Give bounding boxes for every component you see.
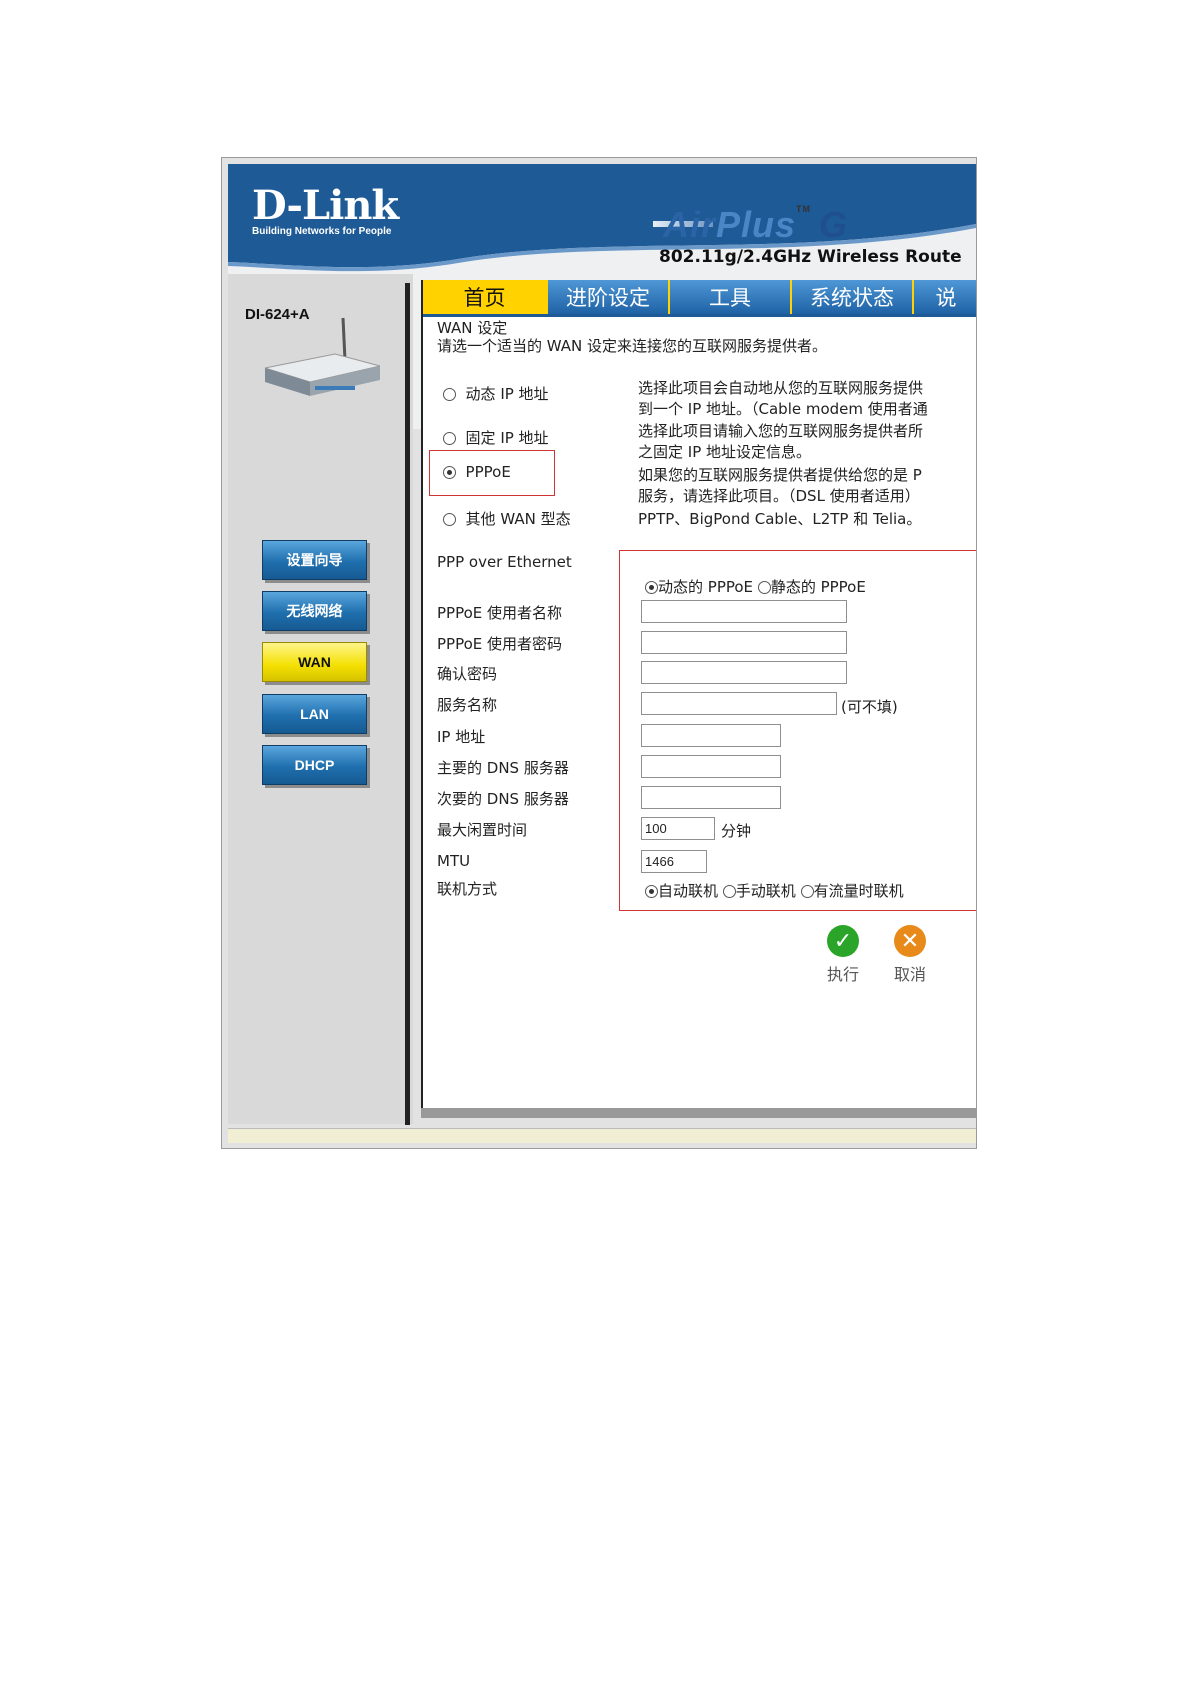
service-name-optional-note: (可不填) <box>841 698 898 716</box>
pppoe-password-input[interactable] <box>641 631 847 654</box>
mtu-label: MTU <box>437 852 471 870</box>
nav-wireless-button[interactable]: 无线网络 <box>262 591 367 631</box>
logo-tagline: Building Networks for People <box>252 226 392 237</box>
nav-wan-button[interactable]: WAN <box>262 642 367 682</box>
tab-tools-label: 工具 <box>709 286 751 310</box>
tab-help-label: 说 <box>935 286 957 310</box>
max-idle-time-unit: 分钟 <box>721 822 752 840</box>
wan-pppoe-desc-2: 服务，请选择此项目。（DSL 使用者适用） <box>638 487 920 505</box>
bottom-status-bar <box>228 1128 976 1143</box>
pppoe-password-label: PPPoE 使用者密码 <box>437 635 563 653</box>
tab-advanced-label: 进阶设定 <box>566 286 650 310</box>
main-panel: 首页 进阶设定 工具 系统状态 说 WAN 设定 请选一个适当的 WAN 设定来… <box>421 280 976 1108</box>
ip-address-input[interactable] <box>641 724 781 747</box>
ip-address-label: IP 地址 <box>437 728 486 746</box>
wan-static-radio[interactable] <box>443 432 456 445</box>
screenshot-frame: D-Link Building Networks for People AirP… <box>221 157 977 1149</box>
secondary-dns-input[interactable] <box>641 786 781 809</box>
ppp-dynamic-radio[interactable] <box>645 581 658 594</box>
wan-intro: 请选一个适当的 WAN 设定来连接您的互联网服务提供者。 <box>437 337 828 355</box>
cancel-button[interactable]: ✕ 取消 <box>885 925 935 985</box>
airplus-plus: Plus <box>716 204 797 245</box>
nav-setup-wizard-button[interactable]: 设置向导 <box>262 540 367 580</box>
checkmark-icon: ✓ <box>827 925 859 957</box>
dlink-logo: D-Link Building Networks for People <box>252 182 399 238</box>
nav-dhcp-button[interactable]: DHCP <box>262 745 367 785</box>
ppp-dynamic-label: 动态的 PPPoE <box>658 578 754 596</box>
ppp-static-radio[interactable] <box>757 581 771 594</box>
connect-auto-label: 自动联机 <box>658 882 719 900</box>
nav-wireless-label: 无线网络 <box>286 603 343 619</box>
confirm-password-label: 确认密码 <box>437 665 498 683</box>
wan-option-other[interactable]: 其他 WAN 型态 <box>443 508 571 529</box>
cancel-label: 取消 <box>893 965 926 984</box>
pppoe-username-input[interactable] <box>641 600 847 623</box>
airplus-tm: TM <box>796 204 812 214</box>
ppp-mode-row: 动态的 PPPoE 静态的 PPPoE <box>645 576 866 597</box>
wan-static-label: 固定 IP 地址 <box>465 429 549 447</box>
airplus-air: Air <box>663 204 717 245</box>
tab-help[interactable]: 说 <box>912 280 976 314</box>
router-image <box>264 317 381 396</box>
secondary-dns-label: 次要的 DNS 服务器 <box>437 790 569 808</box>
wan-option-dynamic[interactable]: 动态 IP 地址 <box>443 383 549 404</box>
connect-manual-label: 手动联机 <box>735 882 796 900</box>
apply-label: 执行 <box>826 965 859 984</box>
wan-pppoe-radio[interactable] <box>443 466 456 479</box>
service-name-label: 服务名称 <box>437 696 498 714</box>
wan-other-label: 其他 WAN 型态 <box>465 510 571 528</box>
pppoe-username-label: PPPoE 使用者名称 <box>437 604 563 622</box>
wan-static-desc-2: 之固定 IP 地址设定信息。 <box>638 443 812 461</box>
tab-home[interactable]: 首页 <box>423 280 546 314</box>
connect-auto-radio[interactable] <box>645 885 658 898</box>
primary-dns-input[interactable] <box>641 755 781 778</box>
tab-home-label: 首页 <box>463 286 506 310</box>
product-subtitle: 802.11g/2.4GHz Wireless Route <box>659 247 962 267</box>
logo-brand: D-Link <box>252 182 399 229</box>
connect-demand-radio[interactable] <box>800 885 814 898</box>
ppp-static-label: 静态的 PPPoE <box>770 578 866 596</box>
panel-shadow <box>421 1108 976 1118</box>
mtu-input[interactable] <box>641 850 707 873</box>
nav-wan-label: WAN <box>298 654 331 670</box>
confirm-password-input[interactable] <box>641 661 847 684</box>
nav-lan-button[interactable]: LAN <box>262 694 367 734</box>
sidebar-divider <box>405 283 410 1125</box>
wan-pppoe-desc-1: 如果您的互联网服务提供者提供给您的是 P <box>638 466 922 484</box>
connect-mode-row: 自动联机 手动联机 有流量时联机 <box>645 880 904 901</box>
service-name-input[interactable] <box>641 692 837 715</box>
max-idle-time-label: 最大闲置时间 <box>437 821 528 839</box>
cancel-x-icon: ✕ <box>894 925 926 957</box>
airplus-logo: AirPlusTM G <box>663 204 848 246</box>
tab-status[interactable]: 系统状态 <box>790 280 912 314</box>
apply-button[interactable]: ✓ 执行 <box>818 925 868 985</box>
nav-lan-label: LAN <box>300 706 329 722</box>
wan-other-radio[interactable] <box>443 513 456 526</box>
max-idle-time-input[interactable] <box>641 817 715 840</box>
wan-dynamic-radio[interactable] <box>443 388 456 401</box>
connect-manual-radio[interactable] <box>722 885 736 898</box>
wan-static-desc-1: 选择此项目请输入您的互联网服务提供者所 <box>638 422 924 440</box>
wan-dynamic-desc-1: 选择此项目会自动地从您的互联网服务提供 <box>638 379 924 397</box>
wan-option-pppoe[interactable]: PPPoE <box>443 463 511 481</box>
tab-tools[interactable]: 工具 <box>668 280 790 314</box>
connect-demand-label: 有流量时联机 <box>813 882 904 900</box>
tab-status-label: 系统状态 <box>810 286 894 310</box>
wan-pppoe-label: PPPoE <box>465 463 511 481</box>
nav-setup-wizard-label: 设置向导 <box>286 552 343 568</box>
wan-other-desc-1: PPTP、BigPond Cable、L2TP 和 Telia。 <box>638 510 922 528</box>
nav-dhcp-label: DHCP <box>294 757 335 773</box>
ppp-section-title: PPP over Ethernet <box>437 553 572 571</box>
wan-option-static[interactable]: 固定 IP 地址 <box>443 427 549 448</box>
connect-mode-label: 联机方式 <box>437 880 498 898</box>
wan-dynamic-label: 动态 IP 地址 <box>465 385 549 403</box>
primary-dns-label: 主要的 DNS 服务器 <box>437 759 569 777</box>
tab-advanced[interactable]: 进阶设定 <box>546 280 668 314</box>
tab-bar: 首页 进阶设定 工具 系统状态 说 <box>423 280 976 317</box>
wan-dynamic-desc-2: 到一个 IP 地址。（Cable modem 使用者通 <box>638 400 928 418</box>
airplus-g: G <box>819 204 849 245</box>
